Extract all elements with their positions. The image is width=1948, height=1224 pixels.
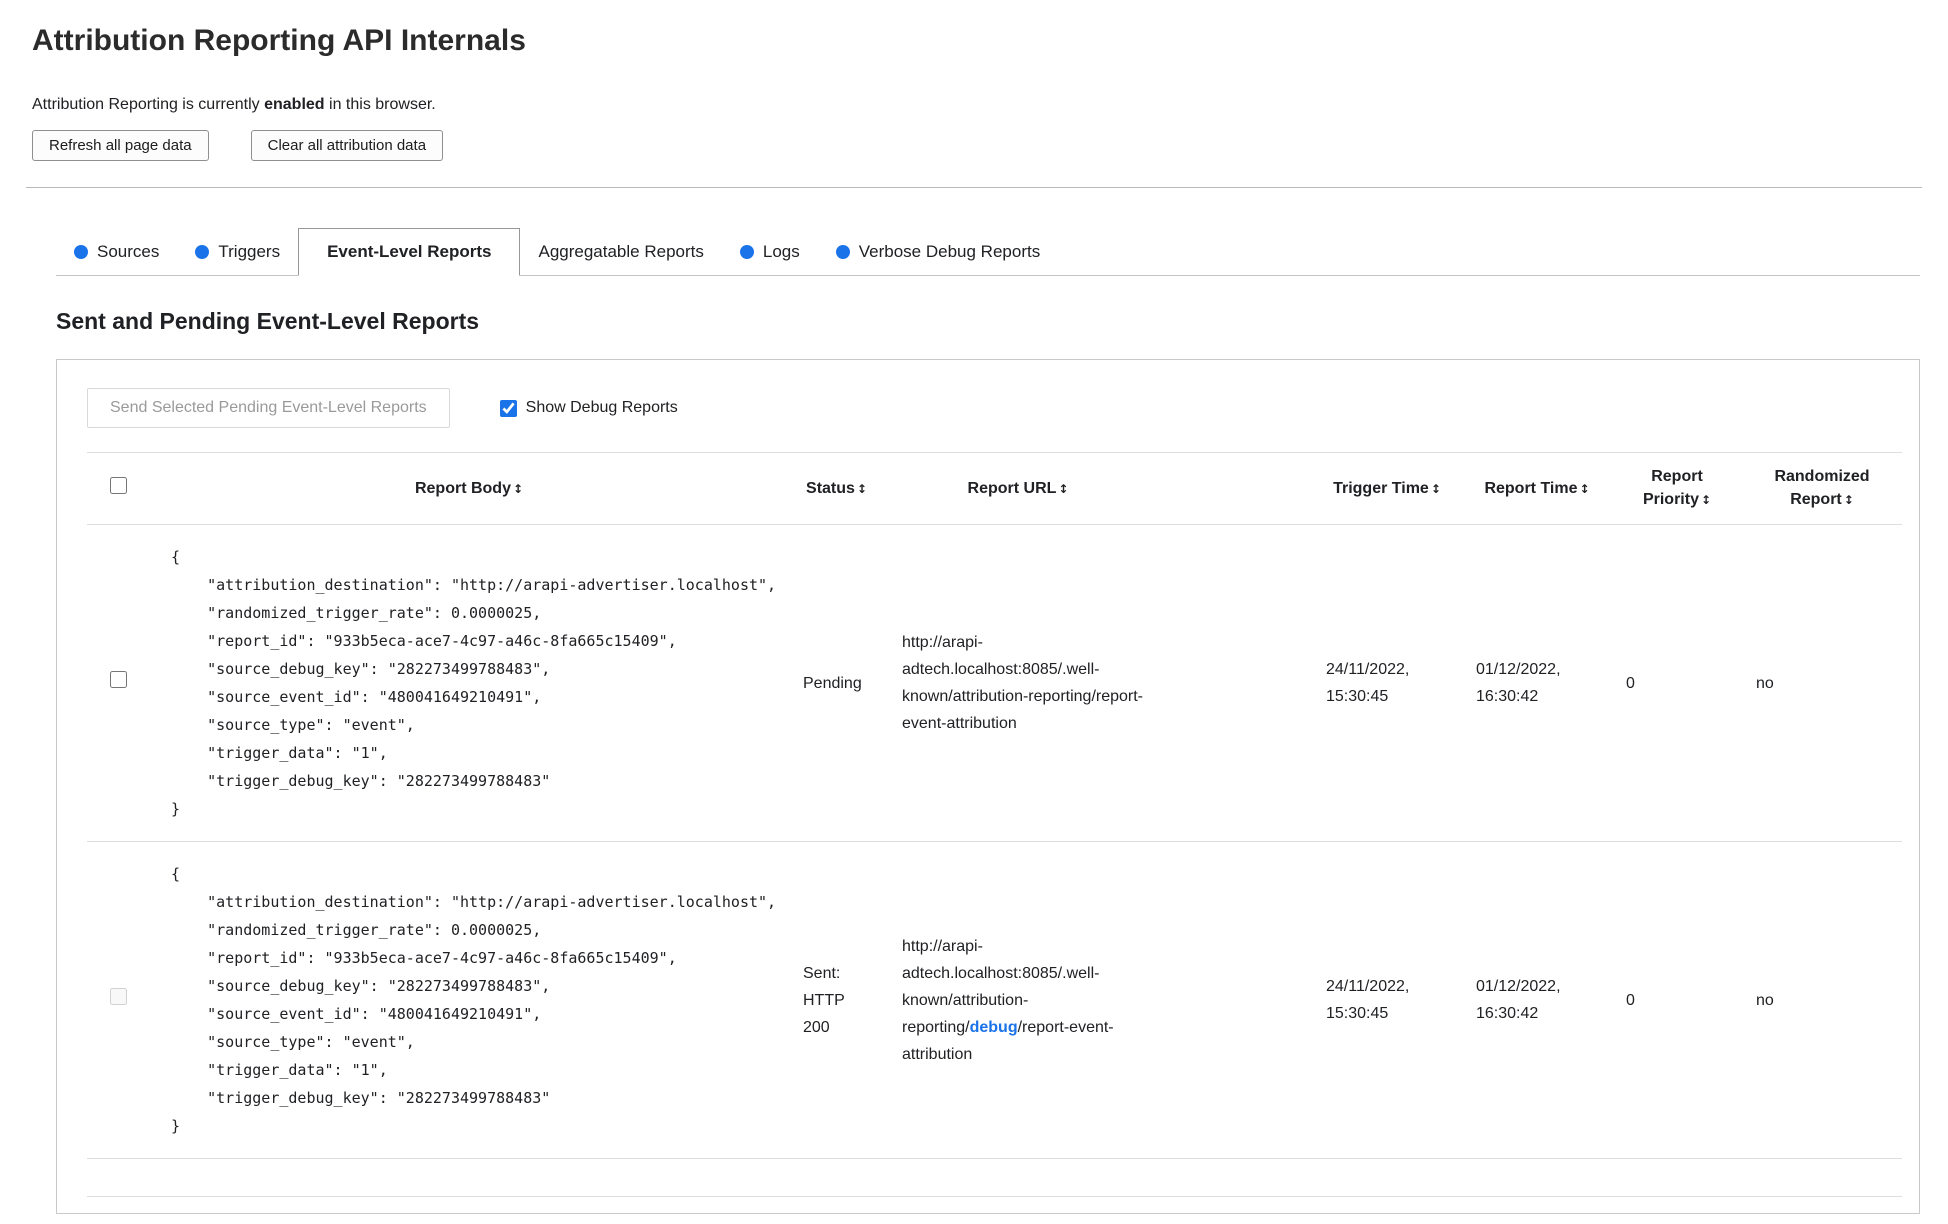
sort-icon: ↕: [856, 481, 867, 496]
sort-icon: ↕: [1700, 493, 1712, 507]
report-body-json: { "attribution_destination": "http://ara…: [171, 548, 777, 818]
report-priority: 0: [1626, 991, 1635, 1009]
sort-icon: ↕: [1843, 493, 1854, 507]
report-status-cell: Sent: HTTP 200: [789, 841, 884, 1159]
tab-verbose-debug-reports[interactable]: Verbose Debug Reports: [818, 228, 1058, 275]
sources-dot-icon: [74, 244, 88, 259]
report-status: Sent: HTTP 200: [803, 964, 845, 1036]
report-status-cell: Pending: [789, 524, 884, 842]
report-priority-cell: 0: [1612, 524, 1742, 842]
report-priority: 0: [1626, 674, 1635, 692]
header-trigger-time[interactable]: Trigger Time ↕: [1312, 452, 1462, 525]
header-report-time[interactable]: Report Time ↕: [1462, 452, 1612, 525]
tab-logs[interactable]: Logs: [722, 228, 818, 275]
page-title: Attribution Reporting API Internals: [32, 24, 526, 57]
show-debug-toggle: Show Debug Reports: [499, 399, 678, 417]
tab-label: Aggregatable Reports: [538, 241, 704, 261]
trigger-time-cell: 24/11/2022, 15:30:45: [1312, 524, 1462, 842]
report-row-sent: { "attribution_destination": "http://ara…: [87, 841, 1902, 1159]
show-debug-label: Show Debug Reports: [525, 399, 678, 416]
randomized-report-cell: no: [1742, 841, 1902, 1159]
report-url-cell: http://arapi-adtech.localhost:8085/.well…: [884, 524, 1152, 842]
tab-label: Sources: [97, 241, 160, 261]
send-selected-button[interactable]: Send Selected Pending Event-Level Report…: [87, 388, 450, 428]
spacer-cell: [1152, 841, 1312, 1159]
trigger-time: 24/11/2022, 15:30:45: [1326, 978, 1410, 1022]
report-priority-cell: 0: [1612, 841, 1742, 1159]
sort-icon: ↕: [1430, 481, 1441, 496]
report-time: 01/12/2022, 16:30:42: [1476, 978, 1561, 1022]
divider: [26, 187, 1922, 188]
report-status: Pending: [803, 674, 862, 692]
tab-aggregatable-reports[interactable]: Aggregatable Reports: [520, 228, 721, 275]
reports-panel: Send Selected Pending Event-Level Report…: [56, 359, 1920, 1214]
show-debug-checkbox[interactable]: [499, 399, 517, 417]
row-select-checkbox-disabled[interactable]: [109, 987, 127, 1005]
header-status[interactable]: Status ↕: [789, 452, 884, 525]
tab-label: Logs: [762, 241, 800, 261]
panel-controls: Send Selected Pending Event-Level Report…: [87, 388, 1889, 428]
header-report-url[interactable]: Report URL ↕: [884, 452, 1152, 525]
logs-dot-icon: [739, 244, 754, 259]
tab-label: Event-Level Reports: [327, 242, 492, 261]
randomized-report-cell: no: [1742, 524, 1902, 842]
randomized-report: no: [1756, 674, 1774, 692]
triggers-dot-icon: [195, 244, 210, 259]
sort-icon: ↕: [1058, 481, 1069, 496]
row-select-checkbox[interactable]: [109, 670, 127, 688]
report-time: 01/12/2022, 16:30:42: [1476, 661, 1561, 705]
select-all-header: [87, 452, 149, 525]
sort-icon: ↕: [512, 481, 524, 496]
report-body-cell: { "attribution_destination": "http://ara…: [149, 524, 789, 842]
tab-triggers[interactable]: Triggers: [177, 228, 298, 275]
report-url: http://arapi-adtech.localhost:8085/.well…: [890, 933, 1146, 1068]
sort-icon: ↕: [1579, 481, 1590, 496]
status-text: Attribution Reporting is currently enabl…: [32, 96, 1922, 114]
header-report-priority[interactable]: Report Priority ↕: [1612, 452, 1742, 525]
header-report-body[interactable]: Report Body ↕: [149, 452, 789, 525]
reports-table: Report Body ↕ Status ↕ Report URL ↕ Trigger…: [87, 452, 1902, 1197]
section-heading: Sent and Pending Event-Level Reports: [56, 308, 480, 334]
clear-all-button[interactable]: Clear all attribution data: [250, 130, 444, 161]
header-randomized-report[interactable]: Randomized Report ↕: [1742, 452, 1902, 525]
status-prefix: Attribution Reporting is currently: [32, 96, 265, 113]
tab-label: Verbose Debug Reports: [858, 241, 1041, 261]
report-url: http://arapi-adtech.localhost:8085/.well…: [902, 634, 1144, 732]
select-all-checkbox[interactable]: [109, 476, 127, 494]
verbose-debug-dot-icon: [835, 244, 850, 259]
report-time-cell: 01/12/2022, 16:30:42: [1462, 524, 1612, 842]
report-body-cell: { "attribution_destination": "http://ara…: [149, 841, 789, 1159]
report-body-json: { "attribution_destination": "http://ara…: [171, 865, 777, 1135]
table-header-row: Report Body ↕ Status ↕ Report URL ↕ Trigger…: [87, 452, 1902, 525]
report-time-cell: 01/12/2022, 16:30:42: [1462, 841, 1612, 1159]
tab-event-level-reports[interactable]: Event-Level Reports: [298, 228, 521, 276]
randomized-report: no: [1756, 991, 1774, 1009]
report-row-pending: { "attribution_destination": "http://ara…: [87, 524, 1902, 842]
row-select-cell: [87, 841, 149, 1159]
top-button-row: Refresh all page data Clear all attribut…: [32, 130, 1922, 161]
status-suffix: in this browser.: [324, 96, 436, 113]
tab-sources[interactable]: Sources: [56, 228, 177, 275]
debug-highlight: debug: [969, 1018, 1018, 1036]
main-content: Sources Triggers Event-Level Reports Agg…: [56, 228, 1920, 1214]
refresh-all-button[interactable]: Refresh all page data: [32, 130, 209, 161]
tab-label: Triggers: [218, 241, 281, 261]
spacer-cell: [1152, 524, 1312, 842]
row-select-cell: [87, 524, 149, 842]
trigger-time-cell: 24/11/2022, 15:30:45: [1312, 841, 1462, 1159]
report-url-cell: http://arapi-adtech.localhost:8085/.well…: [884, 841, 1152, 1159]
trigger-time: 24/11/2022, 15:30:45: [1326, 661, 1410, 705]
spacer-column: [1152, 452, 1312, 525]
tab-bar: Sources Triggers Event-Level Reports Agg…: [56, 228, 1920, 276]
status-enabled-label: enabled: [264, 96, 325, 113]
